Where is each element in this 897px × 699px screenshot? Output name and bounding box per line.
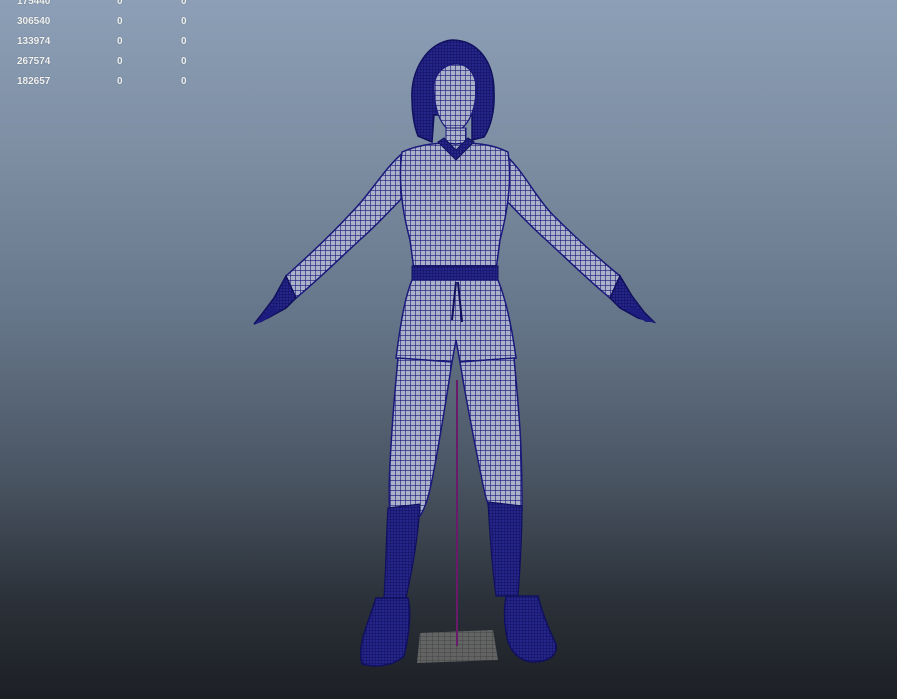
left-hand-mesh [253,274,297,325]
3d-viewport[interactable]: 175440 0 0 306540 0 0 133974 0 0 267574 … [0,0,897,699]
left-leg-mesh [388,357,453,517]
right-shoe-mesh [503,595,557,663]
waistband-mesh [411,265,499,281]
head-mesh [433,63,477,133]
right-sock-mesh [487,501,523,597]
wireframe-character-icon[interactable] [0,0,897,699]
shorts-mesh [395,279,517,363]
left-sock-mesh [383,503,421,599]
right-hand-mesh [609,274,657,324]
torso-mesh [399,142,511,271]
left-arm-mesh [285,150,411,300]
right-leg-mesh [459,357,523,511]
left-shoe-mesh [359,597,411,667]
right-arm-mesh [495,150,621,300]
